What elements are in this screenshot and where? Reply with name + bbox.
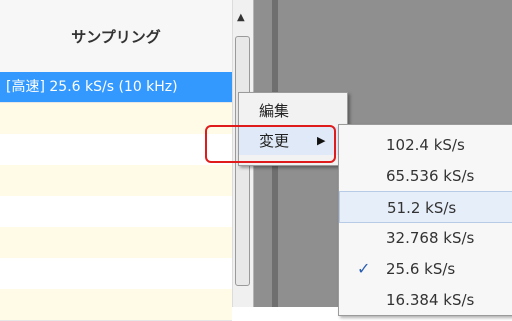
table-row[interactable] [0,165,232,197]
table-row[interactable] [0,134,232,166]
submenu-item-32-768[interactable]: 32.768 kS/s [339,222,512,254]
table-row-selected[interactable]: [高速] 25.6 kS/s (10 kHz) [0,72,232,103]
menu-item-edit-label: 編集 [259,102,290,120]
table-row[interactable] [0,227,232,259]
submenu-item-label: 65.536 kS/s [386,167,475,185]
submenu-item-label: 102.4 kS/s [386,136,465,154]
submenu-item-51-2[interactable]: 51.2 kS/s [339,191,512,223]
submenu-item-16-384[interactable]: 16.384 kS/s [339,284,512,316]
menu-item-edit[interactable]: 編集 [239,97,347,125]
table-row[interactable] [0,289,232,321]
submenu-item-label: 16.384 kS/s [386,291,475,309]
submenu-item-label: 25.6 kS/s [386,260,456,278]
submenu-item-102-4[interactable]: 102.4 kS/s [339,129,512,161]
submenu-item-label: 32.768 kS/s [386,229,475,247]
submenu-item-65-536[interactable]: 65.536 kS/s [339,160,512,192]
submenu-item-25-6[interactable]: ✓ 25.6 kS/s [339,253,512,285]
sampling-rate-submenu: 102.4 kS/s 65.536 kS/s 51.2 kS/s 32.768 … [338,124,512,316]
scroll-up-arrow-icon[interactable]: ▲ [237,12,245,23]
annotation-highlight-box [205,125,336,163]
column-header-sampling[interactable]: サンプリング [0,0,232,73]
sampling-table: サンプリング [高速] 25.6 kS/s (10 kHz) [0,0,233,321]
table-row[interactable] [0,196,232,228]
checkmark-icon: ✓ [357,259,371,278]
table-row[interactable] [0,103,232,135]
submenu-item-label: 51.2 kS/s [387,199,457,217]
table-row[interactable] [0,258,232,290]
